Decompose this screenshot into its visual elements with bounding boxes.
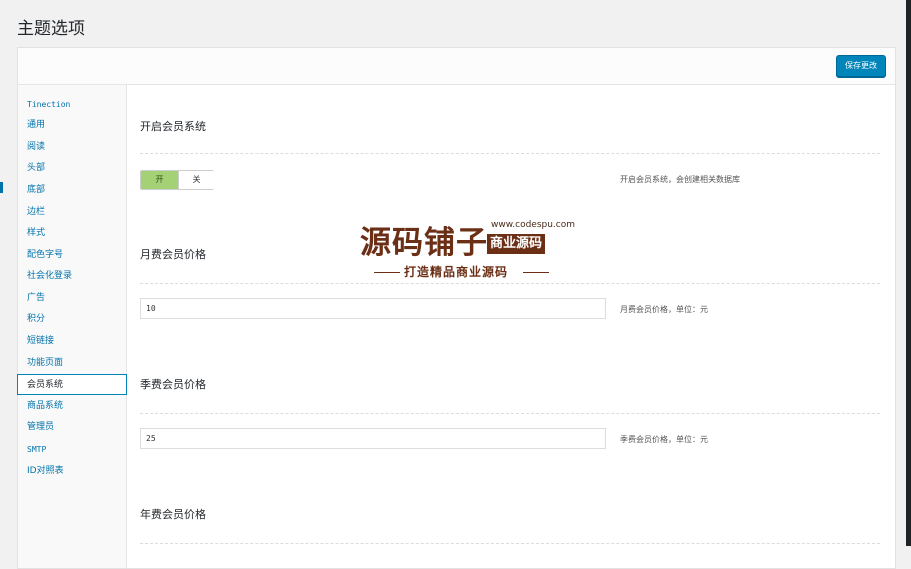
sidebar-item-tinection[interactable]: Tinection xyxy=(18,94,126,115)
sidebar-item-colors-fonts[interactable]: 配色字号 xyxy=(18,245,126,266)
toggle-on-option[interactable]: 开 xyxy=(141,171,178,189)
divider xyxy=(140,153,880,154)
save-button[interactable]: 保存更改 xyxy=(836,55,886,77)
sidebar-item-header[interactable]: 头部 xyxy=(18,158,126,179)
watermark-slogan: 打造精品商业源码 xyxy=(404,265,509,279)
divider xyxy=(140,413,880,414)
sidebar-item-social-login[interactable]: 社会化登录 xyxy=(18,266,126,287)
divider xyxy=(140,283,880,284)
admin-menu-edge xyxy=(0,182,3,193)
options-content: 开启会员系统 开 关 开启会员系统，会创建相关数据库 月费会员价格 月费会员价格… xyxy=(127,85,895,568)
divider xyxy=(140,543,880,544)
member-system-title: 开启会员系统 xyxy=(140,120,206,133)
watermark-url: www.codespu.com xyxy=(491,220,576,230)
member-system-toggle[interactable]: 开 关 xyxy=(140,170,214,190)
sidebar-item-style[interactable]: 样式 xyxy=(18,223,126,244)
sidebar-item-product-system[interactable]: 商品系统 xyxy=(18,396,126,417)
watermark-rule-left xyxy=(374,272,400,273)
page-title: 主题选项 xyxy=(17,19,85,39)
sidebar-item-ads[interactable]: 广告 xyxy=(18,288,126,309)
quarterly-price-description: 季费会员价格，单位：元 xyxy=(620,435,708,444)
monthly-price-input[interactable] xyxy=(140,298,606,319)
sidebar-item-general[interactable]: 通用 xyxy=(18,115,126,136)
watermark-rule-right xyxy=(523,272,549,273)
toggle-off-option[interactable]: 关 xyxy=(178,171,214,189)
options-sidebar: Tinection 通用 阅读 头部 底部 边栏 样式 配色字号 社会化登录 广… xyxy=(17,85,127,568)
monthly-price-description: 月费会员价格，单位：元 xyxy=(620,305,708,314)
panel-header: 保存更改 xyxy=(18,48,895,85)
member-system-description: 开启会员系统，会创建相关数据库 xyxy=(620,175,740,184)
sidebar-item-footer[interactable]: 底部 xyxy=(18,180,126,201)
sidebar-item-smtp[interactable]: SMTP xyxy=(18,439,126,460)
sidebar-item-short-links[interactable]: 短链接 xyxy=(18,331,126,352)
watermark-logo: 源码铺子 www.codespu.com 商业源码 打造精品商业源码 xyxy=(357,215,575,283)
quarterly-price-input[interactable] xyxy=(140,428,606,449)
sidebar-item-points[interactable]: 积分 xyxy=(18,309,126,330)
options-panel: 保存更改 Tinection 通用 阅读 头部 底部 边栏 样式 配色字号 社会… xyxy=(17,47,896,569)
sidebar-item-function-pages[interactable]: 功能页面 xyxy=(18,353,126,374)
watermark-logo-text: 源码铺子 xyxy=(360,225,488,261)
sidebar-item-id-table[interactable]: ID对照表 xyxy=(18,461,126,482)
window-edge xyxy=(906,0,911,546)
sidebar-item-sidebar[interactable]: 边栏 xyxy=(18,202,126,223)
sidebar-item-reading[interactable]: 阅读 xyxy=(18,137,126,158)
quarterly-price-title: 季费会员价格 xyxy=(140,378,206,391)
sidebar-item-member-system[interactable]: 会员系统 xyxy=(17,374,127,395)
yearly-price-title: 年费会员价格 xyxy=(140,508,206,521)
sidebar-item-admin[interactable]: 管理员 xyxy=(18,417,126,438)
monthly-price-title: 月费会员价格 xyxy=(140,248,206,261)
watermark-tag: 商业源码 xyxy=(487,234,546,254)
